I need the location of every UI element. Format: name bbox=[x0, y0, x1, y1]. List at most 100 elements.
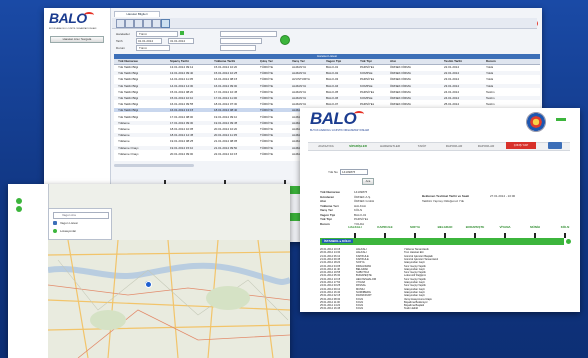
filter-date-to[interactable]: 31.01.2014 bbox=[168, 38, 194, 44]
table-row[interactable]: Yük Takibi Bilgi 14.01.2014 14:30 16.01.20… bbox=[114, 83, 540, 88]
grid-column-header[interactable]: Durum bbox=[486, 59, 496, 63]
map-list-item-2[interactable]: Lokasyonlar bbox=[53, 229, 107, 234]
route-stop-label: BUDAPEŞTE bbox=[465, 225, 485, 229]
map-search-input[interactable]: Vagon Ara bbox=[53, 212, 109, 219]
nav-tab[interactable]: TAKİP bbox=[408, 144, 436, 148]
filter-date-from[interactable]: 01.01.2014 bbox=[136, 38, 162, 44]
grid-column-header[interactable]: Sipariş Tarihi bbox=[170, 59, 189, 63]
table-cell: TÜRKİYE bbox=[260, 102, 274, 107]
print-icon[interactable] bbox=[548, 142, 562, 149]
table-cell: 17.01.2014 11:00 bbox=[214, 96, 238, 100]
toolbar-print-icon[interactable] bbox=[143, 19, 152, 28]
table-cell: Yük Takibi Bilgi bbox=[118, 71, 139, 76]
table-row[interactable]: Yük Takibi Bilgi 14.01.2014 11:05 16.01.20… bbox=[114, 77, 540, 82]
back-tab[interactable]: Hareket Bilgileri bbox=[114, 11, 160, 17]
log-row[interactable]: 25.01.2014 16:45 KÖLN Teslim Edildi bbox=[320, 307, 570, 310]
toolbar-edit-icon[interactable] bbox=[125, 19, 134, 28]
table-cell: Yük Takibi Bilgi bbox=[118, 65, 139, 69]
route-stop-label: VİYANA bbox=[499, 225, 511, 229]
table-cell: TÜRKİYE bbox=[260, 89, 274, 94]
table-cell: 23.01.2014 bbox=[444, 77, 460, 82]
map-list-item-1[interactable]: Vagon Listesi bbox=[53, 221, 107, 226]
back-logo-swoosh bbox=[84, 12, 94, 18]
log-cell: Teslim Edildi bbox=[404, 307, 419, 311]
info-value: KÖLN bbox=[354, 208, 363, 212]
table-cell: 25.01.2014 bbox=[444, 102, 460, 107]
nav-tab[interactable]: RAPORLAR bbox=[472, 144, 500, 148]
info-values: 14109876 ÖRNEK A.Ş. ÖRNEK GmbH HALKALI KÖLN B… bbox=[354, 190, 394, 230]
table-row[interactable]: Yük Takibi Bilgi 16.01.2014 09:55 18.01.20… bbox=[114, 102, 540, 107]
table-cell: BALO-01 bbox=[326, 65, 339, 69]
grid-column-header[interactable]: Vagon Tipi bbox=[326, 59, 341, 63]
table-cell: Yük Takibi Bilgi bbox=[118, 77, 139, 82]
table-cell: ALMANYA bbox=[292, 102, 307, 107]
table-cell: 14.01.2014 14:30 bbox=[170, 83, 194, 88]
filter-checkbox-1[interactable] bbox=[180, 31, 184, 35]
route-label: İSTANBUL ▸ KÖLN bbox=[322, 239, 353, 243]
filter-select-1[interactable]: Tümü bbox=[136, 31, 178, 37]
table-cell: Yükleme bbox=[118, 120, 130, 125]
table-cell: 16.01.2014 09:55 bbox=[170, 102, 194, 107]
table-cell: Yolda bbox=[486, 71, 494, 76]
toolbar-refresh-icon[interactable] bbox=[161, 19, 170, 28]
table-cell: Yükleme bbox=[118, 127, 130, 131]
toolbar-save-icon[interactable] bbox=[134, 19, 143, 28]
table-cell: TÜRKİYE bbox=[260, 120, 274, 125]
table-cell: TÜRKİYE bbox=[260, 108, 274, 113]
sidebar-search-button[interactable]: Hareket Ara / Sorgula bbox=[50, 36, 104, 43]
table-row[interactable]: Yük Takibi Bilgi 15.01.2014 08:20 17.01.20… bbox=[114, 89, 540, 94]
filter-select-4[interactable] bbox=[220, 45, 256, 51]
toolbar-export-icon[interactable] bbox=[152, 19, 161, 28]
nav-tab[interactable]: ANASAYFA bbox=[312, 144, 340, 148]
table-cell: TÜRKİYE bbox=[260, 145, 274, 150]
table-cell: ALMANYA bbox=[292, 96, 307, 100]
table-cell: 21.01.2014 08:05 bbox=[214, 139, 238, 144]
table-cell: 19.01.2014 15:10 bbox=[170, 145, 194, 150]
search-input[interactable]: 14109876 bbox=[340, 169, 368, 175]
filter-select-3[interactable]: Tümü bbox=[136, 45, 170, 51]
grid-scrollbar[interactable] bbox=[114, 164, 194, 167]
table-cell: ÖRNEK FİRMA bbox=[390, 83, 411, 88]
map-sidebar bbox=[8, 184, 49, 358]
route-stop-marker-icon bbox=[414, 233, 416, 238]
map-pin-icon[interactable] bbox=[145, 281, 152, 288]
map-zoom-out-icon[interactable] bbox=[16, 206, 22, 212]
grid-column-header[interactable]: Yük Numarası bbox=[118, 59, 138, 63]
table-cell: 15.01.2014 08:20 bbox=[170, 89, 194, 94]
route-stop-marker-icon bbox=[504, 233, 506, 238]
header-link-icon[interactable] bbox=[556, 118, 566, 121]
filter-input-3[interactable] bbox=[220, 38, 262, 44]
grid-column-header[interactable]: Çıkış Yeri bbox=[260, 59, 273, 63]
table-cell: 18.01.2014 07:30 bbox=[214, 102, 238, 107]
toolbar-new-icon[interactable] bbox=[116, 19, 125, 28]
nav-tab[interactable]: SİPARİŞLER bbox=[344, 144, 372, 148]
table-row[interactable]: Yük Takibi Bilgi 15.01.2014 10:10 17.01.20… bbox=[114, 96, 540, 100]
table-row[interactable]: Yük Takibi Bilgi 13.01.2014 09:12 15.01.20… bbox=[114, 65, 540, 69]
route-stop-label: KAPIKULE bbox=[377, 225, 393, 229]
table-row[interactable]: Yük Takibi Bilgi 13.01.2014 09:40 15.01.20… bbox=[114, 71, 540, 76]
filter-select-2[interactable] bbox=[220, 31, 277, 37]
table-cell: ÖRNEK FİRMA bbox=[390, 89, 411, 94]
nav-tab[interactable]: HAREKETLER bbox=[376, 144, 404, 148]
table-cell: Yük Takibi Bilgi bbox=[118, 102, 139, 107]
table-cell: 13.01.2014 09:40 bbox=[170, 71, 194, 76]
nav-tab[interactable]: RAPORLAR bbox=[440, 144, 468, 148]
table-cell: 22.01.2014 10:15 bbox=[214, 151, 238, 156]
grid-column-header[interactable]: Alıcı bbox=[390, 59, 396, 63]
table-cell: Yük Takibi Bilgi bbox=[118, 89, 139, 94]
search-button[interactable]: Ara bbox=[362, 178, 374, 185]
grid-column-header[interactable]: Yükleme Tarihi bbox=[214, 59, 235, 63]
info-label: Alıcı bbox=[320, 199, 327, 203]
info-value: HALKALI bbox=[354, 203, 367, 208]
search-button-icon[interactable] bbox=[280, 35, 290, 45]
grid-column-header[interactable]: Teslim Tarihi bbox=[444, 59, 462, 63]
logout-button[interactable]: ÇIKIŞ YAP bbox=[506, 142, 536, 149]
back-toolbar bbox=[112, 18, 537, 29]
map-view[interactable] bbox=[48, 240, 290, 358]
grid-column-header[interactable]: Yük Tipi bbox=[360, 59, 372, 63]
map-zoom-in-icon[interactable] bbox=[16, 198, 22, 204]
grid-column-header[interactable]: Varış Yeri bbox=[292, 59, 305, 63]
table-cell: BALO-03 bbox=[326, 77, 339, 82]
table-cell: TÜRKİYE bbox=[260, 77, 274, 82]
table-cell: Yükleme bbox=[118, 139, 130, 144]
